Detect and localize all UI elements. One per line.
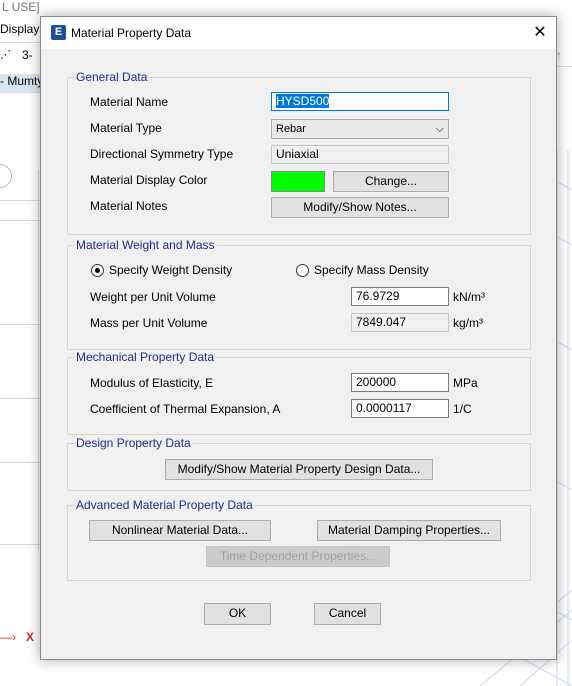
material-property-dialog: E Material Property Data ✕ General Data … (40, 16, 557, 660)
mass-unit: kg/m³ (453, 316, 483, 330)
advanced-title: Advanced Material Property Data (74, 498, 255, 512)
app-logo-icon: E (51, 25, 66, 40)
time-dependent-button: Time Dependent Properties... (206, 546, 390, 567)
mass-per-volume-label: Mass per Unit Volume (90, 316, 208, 330)
mass-density-radio[interactable] (296, 264, 309, 277)
toolbar-icon[interactable]: ⋰ (0, 48, 11, 61)
mass-per-volume-field: 7849.047 (351, 313, 449, 332)
cancel-button[interactable]: Cancel (314, 603, 381, 625)
weight-density-radio[interactable] (91, 264, 104, 277)
nonlinear-button[interactable]: Nonlinear Material Data... (89, 520, 271, 541)
weight-unit: kN/m³ (453, 290, 485, 304)
display-menu[interactable]: Display (0, 22, 39, 36)
mass-density-option[interactable]: Specify Mass Density (314, 263, 429, 277)
weight-per-volume-input[interactable]: 76.9729 (351, 287, 449, 306)
tab-mumty[interactable]: - Mumty (0, 74, 43, 92)
dialog-title: Material Property Data (71, 26, 192, 40)
design-title: Design Property Data (74, 436, 193, 450)
weight-per-volume-label: Weight per Unit Volume (90, 290, 216, 304)
chevron-down-icon: ⌵ (435, 123, 444, 135)
advanced-group: Advanced Material Property Data Nonlinea… (67, 498, 531, 581)
material-name-value: HYSD500 (276, 94, 330, 108)
design-group: Design Property Data Modify/Show Materia… (67, 436, 531, 491)
change-color-button[interactable]: Change... (333, 171, 449, 192)
ok-button[interactable]: OK (204, 603, 271, 625)
damping-button[interactable]: Material Damping Properties... (317, 520, 501, 541)
symmetry-field: Uniaxial (271, 145, 449, 164)
design-data-button[interactable]: Modify/Show Material Property Design Dat… (165, 459, 433, 480)
material-name-label: Material Name (90, 95, 169, 109)
symmetry-label: Directional Symmetry Type (90, 147, 234, 161)
dialog-titlebar[interactable]: E Material Property Data ✕ (41, 17, 556, 49)
material-type-select[interactable]: Rebar ⌵ (271, 119, 449, 139)
modulus-unit: MPa (453, 376, 478, 390)
material-type-value: Rebar (276, 123, 306, 135)
notes-button[interactable]: Modify/Show Notes... (271, 197, 449, 218)
thermal-unit: 1/C (453, 402, 472, 416)
x-axis-label: X (26, 630, 35, 644)
modulus-input[interactable]: 200000 (351, 373, 449, 392)
display-color-label: Material Display Color (90, 173, 208, 187)
material-notes-label: Material Notes (90, 199, 168, 213)
general-data-title: General Data (74, 70, 150, 84)
toolbar-fragment[interactable]: 3- (22, 48, 33, 62)
weight-mass-title: Material Weight and Mass (74, 238, 217, 252)
modulus-label: Modulus of Elasticity, E (90, 376, 214, 390)
mechanical-group: Mechanical Property Data Modulus of Elas… (67, 350, 531, 435)
thermal-input[interactable]: 0.0000117 (351, 399, 449, 418)
close-icon[interactable]: ✕ (524, 17, 556, 49)
thermal-label: Coefficient of Thermal Expansion, A (90, 402, 281, 416)
mechanical-title: Mechanical Property Data (74, 350, 217, 364)
display-color-swatch[interactable] (271, 171, 325, 192)
background-menu-fragment: L USE] (2, 0, 40, 14)
weight-mass-group: Material Weight and Mass Specify Weight … (67, 238, 531, 350)
x-axis-arrow-icon: —› (0, 630, 16, 644)
material-name-input[interactable]: HYSD500 (271, 92, 449, 111)
material-type-label: Material Type (90, 121, 162, 135)
general-data-group: General Data Material Name HYSD500 Mater… (67, 70, 531, 235)
background-circle (0, 164, 12, 188)
weight-density-option[interactable]: Specify Weight Density (109, 263, 232, 277)
